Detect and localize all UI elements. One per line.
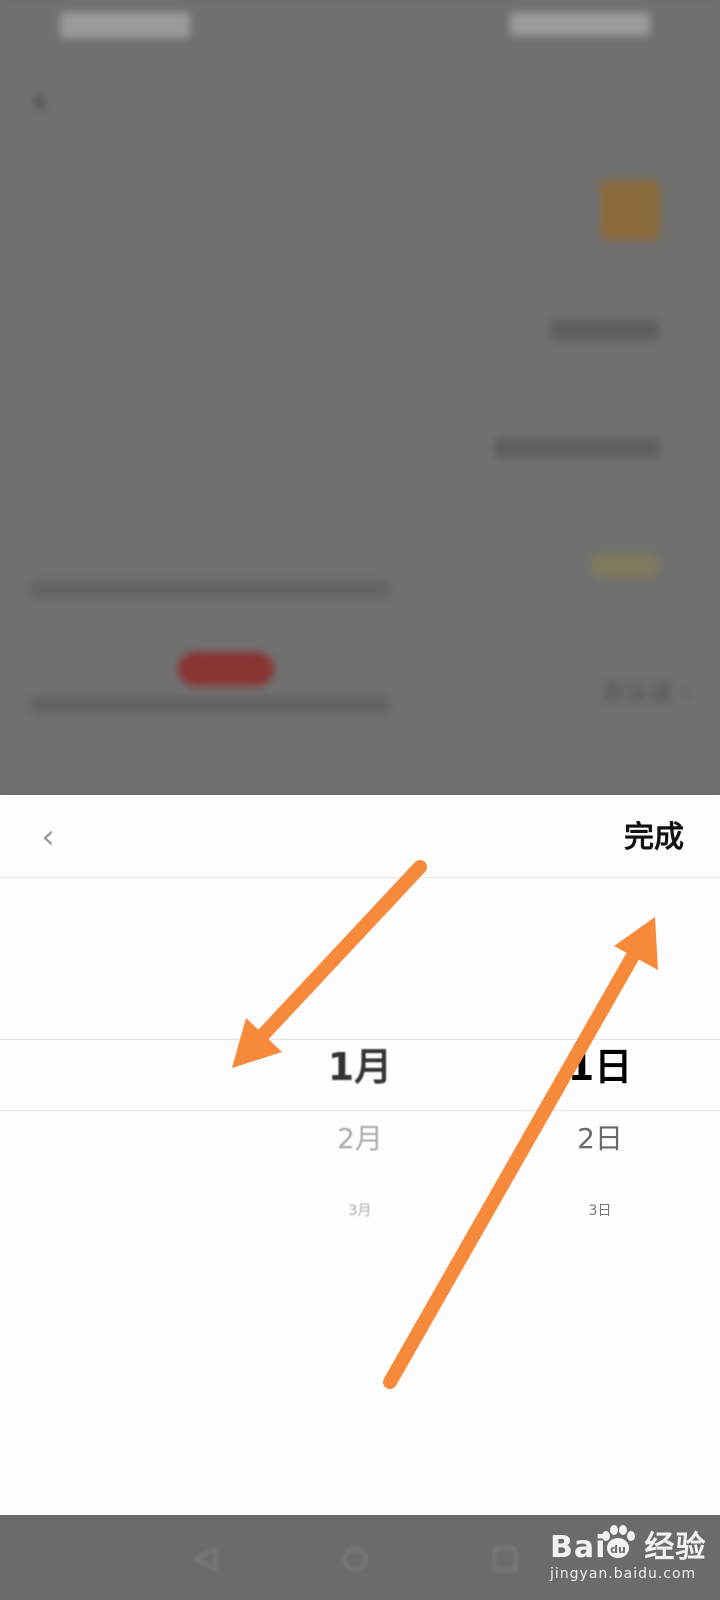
- row-subtitle: [30, 580, 390, 598]
- month-option[interactable]: [240, 887, 480, 959]
- go-verify-label: 去认证: [600, 678, 673, 706]
- paw-logo-icon: du: [602, 1525, 635, 1558]
- year-option-selected[interactable]: [0, 1031, 240, 1103]
- year-option[interactable]: [0, 1175, 240, 1247]
- month-option-selected[interactable]: 1月: [240, 1031, 480, 1103]
- year-option[interactable]: [0, 887, 240, 959]
- day-option[interactable]: 2日: [480, 1103, 720, 1175]
- row-value: [550, 320, 660, 340]
- svg-text:du: du: [610, 1543, 626, 1556]
- row-nickname[interactable]: [30, 316, 690, 376]
- watermark-url: jingyan.baidu.com: [550, 1566, 697, 1582]
- day-wheel[interactable]: 1日 2日 3日: [480, 887, 720, 1247]
- month-wheel[interactable]: 1月 2月 3月: [240, 887, 480, 1247]
- row-avatar[interactable]: [30, 180, 690, 260]
- day-option[interactable]: [480, 887, 720, 959]
- baidu-jingyan-watermark: Bai 经验 du jingyan.baidu.com: [550, 1522, 715, 1594]
- row-value: [495, 438, 660, 458]
- go-verify-link[interactable]: 去认证 ›: [601, 672, 690, 707]
- status-right-icons: [510, 12, 650, 36]
- chevron-right-icon: ›: [680, 678, 690, 706]
- status-badge: [178, 652, 274, 686]
- status-left-icons: [60, 12, 190, 38]
- home-icon[interactable]: ○: [330, 1533, 380, 1583]
- background-profile-page: ‹ 去认证 ›: [0, 0, 720, 795]
- day-option[interactable]: [480, 959, 720, 1031]
- year-wheel[interactable]: [0, 887, 240, 1247]
- year-option[interactable]: [0, 959, 240, 1031]
- gold-badge: [590, 554, 660, 578]
- row-account[interactable]: [30, 434, 690, 494]
- recent-apps-icon[interactable]: □: [480, 1533, 530, 1583]
- row-subtitle: [30, 696, 390, 714]
- done-button[interactable]: 完成: [624, 813, 684, 863]
- chevron-left-icon[interactable]: ‹: [28, 813, 68, 861]
- page-header: ‹: [0, 70, 720, 140]
- avatar: [600, 180, 660, 240]
- day-option[interactable]: 3日: [480, 1175, 720, 1247]
- row-membership[interactable]: [30, 536, 690, 616]
- day-option-selected[interactable]: 1日: [480, 1031, 720, 1103]
- back-icon[interactable]: ◁: [180, 1533, 230, 1583]
- month-option[interactable]: [240, 959, 480, 1031]
- row-verification[interactable]: 去认证 ›: [30, 652, 690, 732]
- back-icon[interactable]: ‹: [32, 78, 48, 124]
- month-option[interactable]: 2月: [240, 1103, 480, 1175]
- date-picker-sheet: ‹ 完成 1月 2月 3月 1日 2日 3日: [0, 795, 720, 1515]
- year-option[interactable]: [0, 1103, 240, 1175]
- divider: [0, 877, 720, 878]
- status-bar: [0, 0, 720, 50]
- month-option[interactable]: 3月: [240, 1175, 480, 1247]
